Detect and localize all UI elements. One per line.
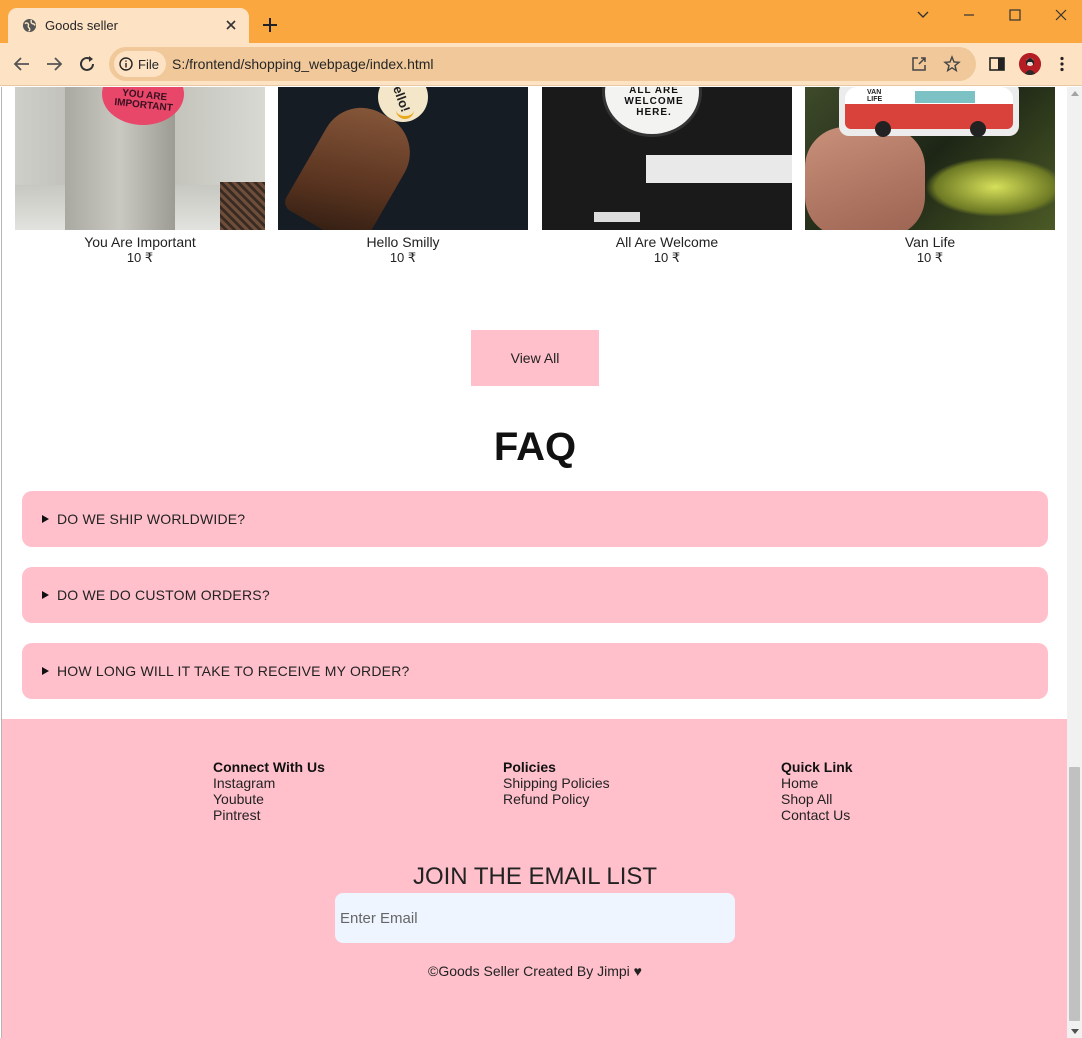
faq-question[interactable]: HOW LONG WILL IT TAKE TO RECEIVE MY ORDE…	[57, 663, 410, 679]
product-name[interactable]: You Are Important	[15, 234, 265, 250]
product-card[interactable]: YOU ARE IMPORTANT You Are Important 10 ₹	[15, 87, 265, 266]
site-info-chip[interactable]: File	[114, 51, 166, 77]
product-image[interactable]: VAN LIFE	[805, 87, 1055, 230]
maximize-icon[interactable]	[1005, 6, 1025, 24]
page-viewport: YOU ARE IMPORTANT You Are Important 10 ₹…	[1, 87, 1067, 1038]
footer-column-policies: Policies Shipping Policies Refund Policy	[503, 759, 610, 807]
info-icon	[119, 57, 133, 71]
footer-link-pinterest[interactable]: Pintrest	[213, 807, 325, 823]
browser-toolbar: File S:/frontend/shopping_webpage/index.…	[0, 43, 1082, 86]
product-name[interactable]: All Are Welcome	[542, 234, 792, 250]
product-image[interactable]: YOU ARE IMPORTANT	[15, 87, 265, 230]
globe-icon	[22, 18, 37, 33]
sticker-text: ALL ARE WELCOME HERE.	[624, 87, 684, 118]
new-tab-icon[interactable]	[260, 15, 280, 35]
copyright-text: ©Goods Seller Created By Jimpi ♥	[428, 963, 642, 979]
email-list-title: JOIN THE EMAIL LIST	[412, 863, 658, 890]
share-icon[interactable]	[910, 55, 928, 73]
faq-question[interactable]: DO WE DO CUSTOM ORDERS?	[57, 587, 270, 603]
product-price: 10 ₹	[653, 250, 681, 265]
bookmark-star-icon[interactable]	[943, 55, 961, 73]
product-name[interactable]: Hello Smilly	[278, 234, 528, 250]
product-image[interactable]: Hello!	[278, 87, 528, 230]
site-footer: Connect With Us Instagram Youbute Pintre…	[2, 719, 1067, 1038]
disclosure-triangle-icon	[42, 667, 49, 675]
footer-link-refund[interactable]: Refund Policy	[503, 791, 610, 807]
product-image[interactable]: ALL ARE WELCOME HERE.	[542, 87, 792, 230]
file-chip-label: File	[138, 57, 159, 72]
scroll-down-arrow-icon[interactable]	[1071, 1029, 1079, 1034]
footer-link-home[interactable]: Home	[781, 775, 853, 791]
side-panel-icon[interactable]	[988, 55, 1006, 73]
footer-link-instagram[interactable]: Instagram	[213, 775, 325, 791]
faq-item[interactable]: DO WE SHIP WORLDWIDE?	[22, 491, 1048, 547]
browser-tabbar: Goods seller	[0, 0, 1082, 43]
product-card[interactable]: ALL ARE WELCOME HERE. All Are Welcome 10…	[542, 87, 792, 266]
product-price: 10 ₹	[126, 250, 154, 265]
product-card[interactable]: Hello! Hello Smilly 10 ₹	[278, 87, 528, 266]
browser-tab[interactable]: Goods seller	[8, 8, 249, 43]
close-tab-icon[interactable]	[222, 16, 240, 34]
footer-column-quick-link: Quick Link Home Shop All Contact Us	[781, 759, 853, 823]
faq-question[interactable]: DO WE SHIP WORLDWIDE?	[57, 511, 245, 527]
disclosure-triangle-icon	[42, 591, 49, 599]
forward-icon[interactable]	[43, 53, 65, 75]
profile-avatar[interactable]	[1019, 53, 1041, 75]
faq-item[interactable]: HOW LONG WILL IT TAKE TO RECEIVE MY ORDE…	[22, 643, 1048, 699]
email-input[interactable]	[335, 893, 735, 943]
footer-link-youtube[interactable]: Youbute	[213, 791, 325, 807]
footer-heading: Quick Link	[781, 759, 853, 775]
view-all-button[interactable]: View All	[471, 330, 599, 386]
disclosure-triangle-icon	[42, 515, 49, 523]
footer-heading: Connect With Us	[213, 759, 325, 775]
sticker-text: VAN LIFE	[867, 89, 883, 103]
footer-column-connect: Connect With Us Instagram Youbute Pintre…	[213, 759, 325, 823]
product-price: 10 ₹	[916, 250, 944, 265]
product-card[interactable]: VAN LIFE Van Life 10 ₹	[805, 87, 1055, 266]
product-price: 10 ₹	[389, 250, 417, 265]
page-scrollbar[interactable]	[1067, 87, 1082, 1038]
address-bar[interactable]: File S:/frontend/shopping_webpage/index.…	[109, 47, 976, 81]
footer-link-contact[interactable]: Contact Us	[781, 807, 853, 823]
tab-title: Goods seller	[45, 18, 118, 33]
faq-title: FAQ	[493, 425, 577, 469]
url-text[interactable]: S:/frontend/shopping_webpage/index.html	[172, 56, 434, 72]
minimize-icon[interactable]	[959, 6, 979, 24]
footer-link-shipping[interactable]: Shipping Policies	[503, 775, 610, 791]
footer-heading: Policies	[503, 759, 556, 775]
tab-search-icon[interactable]	[913, 6, 933, 24]
close-window-icon[interactable]	[1051, 6, 1071, 24]
product-name[interactable]: Van Life	[805, 234, 1055, 250]
reload-icon[interactable]	[76, 53, 98, 75]
more-menu-icon[interactable]	[1053, 55, 1071, 73]
back-icon[interactable]	[11, 53, 33, 75]
faq-item[interactable]: DO WE DO CUSTOM ORDERS?	[22, 567, 1048, 623]
scroll-up-arrow-icon[interactable]	[1071, 91, 1079, 96]
scrollbar-thumb[interactable]	[1069, 767, 1080, 1021]
footer-link-shop-all[interactable]: Shop All	[781, 791, 853, 807]
